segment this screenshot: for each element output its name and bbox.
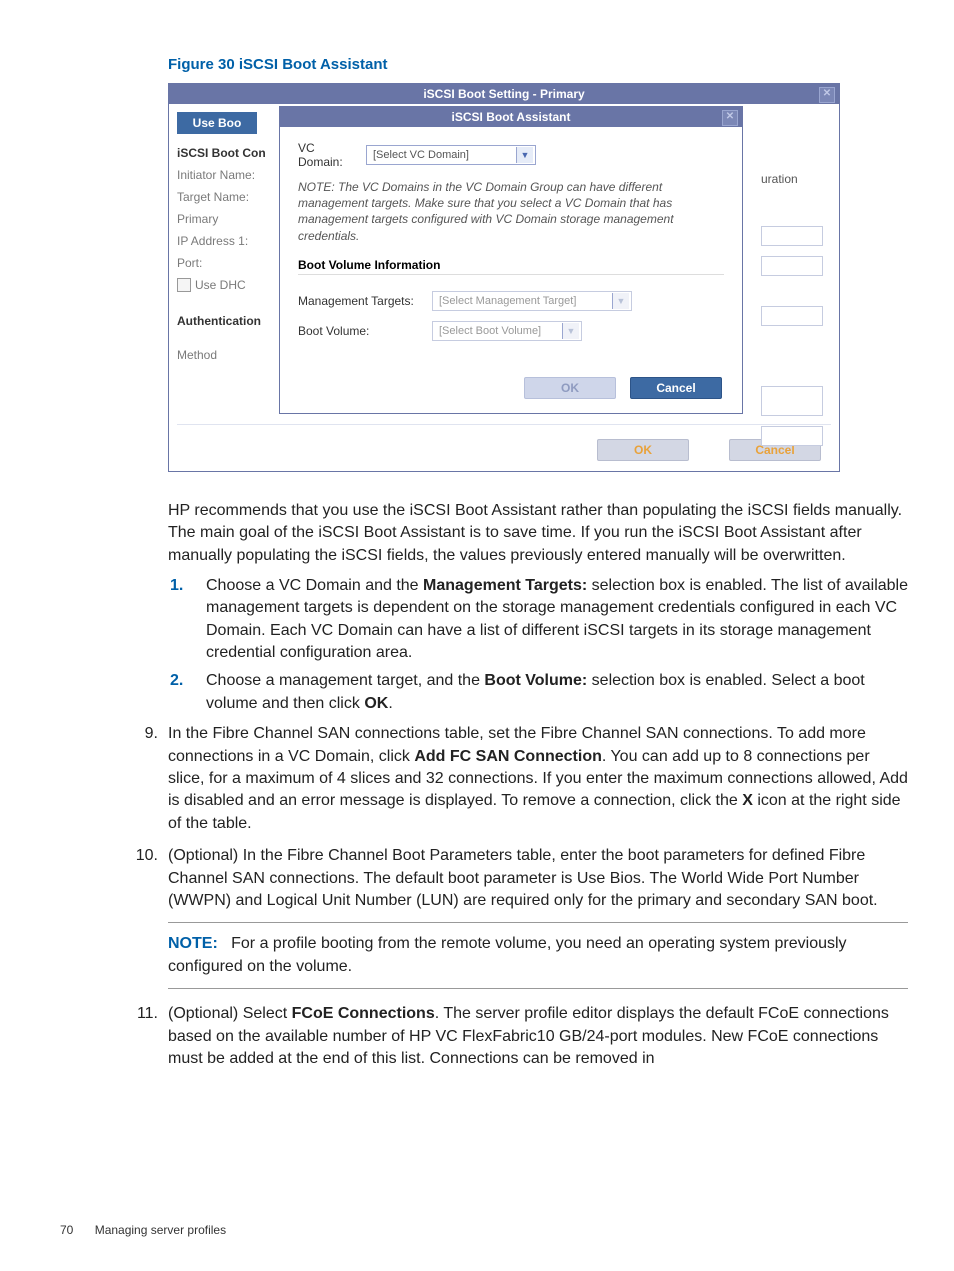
boot-volume-placeholder: [Select Boot Volume] [439,325,562,337]
management-targets-row: Management Targets: [Select Management T… [298,291,724,311]
initiator-name-label: Initiator Name: [177,168,279,182]
divider [177,424,831,425]
note-label: NOTE: [168,935,218,952]
bold-text: Boot Volume: [484,672,587,689]
figure-caption: Figure 30 iSCSI Boot Assistant [168,56,894,73]
close-icon[interactable]: ✕ [722,110,738,126]
chevron-down-icon[interactable]: ▼ [612,293,629,309]
iscsi-primary-dialog: iSCSI Boot Setting - Primary ✕ Use Boo i… [168,83,840,472]
boot-volume-row: Boot Volume: [Select Boot Volume] ▼ [298,321,724,341]
step-11: 11. (Optional) Select FCoE Connections. … [118,1003,908,1070]
chevron-down-icon[interactable]: ▼ [562,323,579,339]
assistant-button-row: OK Cancel [298,371,724,405]
partial-field[interactable] [761,306,823,326]
iscsi-boot-con-label: iSCSI Boot Con [177,146,279,160]
list-marker: 2. [170,670,183,692]
primary-title-text: iSCSI Boot Setting - Primary [423,87,584,101]
boot-volume-select[interactable]: [Select Boot Volume] ▼ [432,321,582,341]
use-dhc-checkbox[interactable]: Use DHC [177,278,279,292]
management-targets-label: Management Targets: [298,294,426,308]
footer-title: Managing server profiles [95,1223,226,1237]
primary-left-column: Use Boo iSCSI Boot Con Initiator Name: T… [177,104,279,414]
text: (Optional) In the Fibre Channel Boot Par… [168,847,878,909]
assistant-cancel-button[interactable]: Cancel [630,377,722,399]
use-dhc-label: Use DHC [195,278,246,292]
authentication-label: Authentication [177,314,279,328]
management-targets-select[interactable]: [Select Management Target] ▼ [432,291,632,311]
uration-text: uration [761,172,798,186]
partial-field[interactable] [761,226,823,246]
primary-right-slice: uration [761,172,823,456]
target-name-label: Target Name: [177,190,279,204]
assistant-ok-button[interactable]: OK [524,377,616,399]
partial-field[interactable] [761,256,823,276]
list-marker: 11. [130,1003,158,1025]
page-number: 70 [60,1223,73,1237]
intro-paragraph: HP recommends that you use the iSCSI Boo… [168,500,908,567]
boot-volume-label: Boot Volume: [298,324,426,338]
vc-domain-select[interactable]: [Select VC Domain] ▼ [366,145,536,165]
list-marker: 10. [130,845,158,867]
step-9: 9. In the Fibre Channel SAN connections … [118,723,908,835]
step-10: 10. (Optional) In the Fibre Channel Boot… [118,845,908,989]
use-boo-tab[interactable]: Use Boo [177,112,257,134]
vc-domain-row: VC Domain: [Select VC Domain] ▼ [298,141,724,169]
assistant-title-text: iSCSI Boot Assistant [452,110,571,124]
note-text: For a profile booting from the remote vo… [168,935,847,974]
text: Choose a management target, and the [206,672,484,689]
chevron-down-icon[interactable]: ▼ [516,147,533,163]
checkbox-icon[interactable] [177,278,191,292]
ip-address-1-label: IP Address 1: [177,234,279,248]
bold-text: OK [364,695,388,712]
bold-text: X [742,792,753,809]
bold-text: Management Targets: [423,577,587,594]
primary-ok-button[interactable]: OK [597,439,689,461]
page-footer: 70 Managing server profiles [60,1223,226,1237]
bold-text: Add FC SAN Connection [414,748,602,765]
management-targets-placeholder: [Select Management Target] [439,295,612,307]
text: . [388,695,392,712]
text: (Optional) Select [168,1005,292,1022]
substep-2: 2. Choose a management target, and the B… [206,670,908,715]
partial-field[interactable] [761,426,823,446]
bold-text: FCoE Connections [292,1005,435,1022]
close-icon[interactable]: ✕ [819,87,835,103]
vc-domain-note: NOTE: The VC Domains in the VC Domain Gr… [298,179,724,244]
vc-domain-label: VC Domain: [298,141,360,169]
list-marker: 1. [170,575,183,597]
iscsi-boot-assistant-dialog: iSCSI Boot Assistant ✕ VC Domain: [Selec… [279,106,743,414]
document-body: HP recommends that you use the iSCSI Boo… [168,500,908,1071]
text: Choose a VC Domain and the [206,577,423,594]
primary-button-row: OK Cancel [177,435,831,461]
primary-title-bar: iSCSI Boot Setting - Primary ✕ [169,84,839,104]
port-label: Port: [177,256,279,270]
method-label: Method [177,348,279,362]
assistant-title-bar: iSCSI Boot Assistant ✕ [280,107,742,127]
partial-field[interactable] [761,386,823,416]
primary-label: Primary [177,212,279,226]
vc-domain-placeholder: [Select VC Domain] [373,149,516,161]
boot-volume-info-heading: Boot Volume Information [298,258,724,275]
list-marker: 9. [130,723,158,745]
substep-1: 1. Choose a VC Domain and the Management… [206,575,908,665]
note-box: NOTE: For a profile booting from the rem… [168,922,908,989]
